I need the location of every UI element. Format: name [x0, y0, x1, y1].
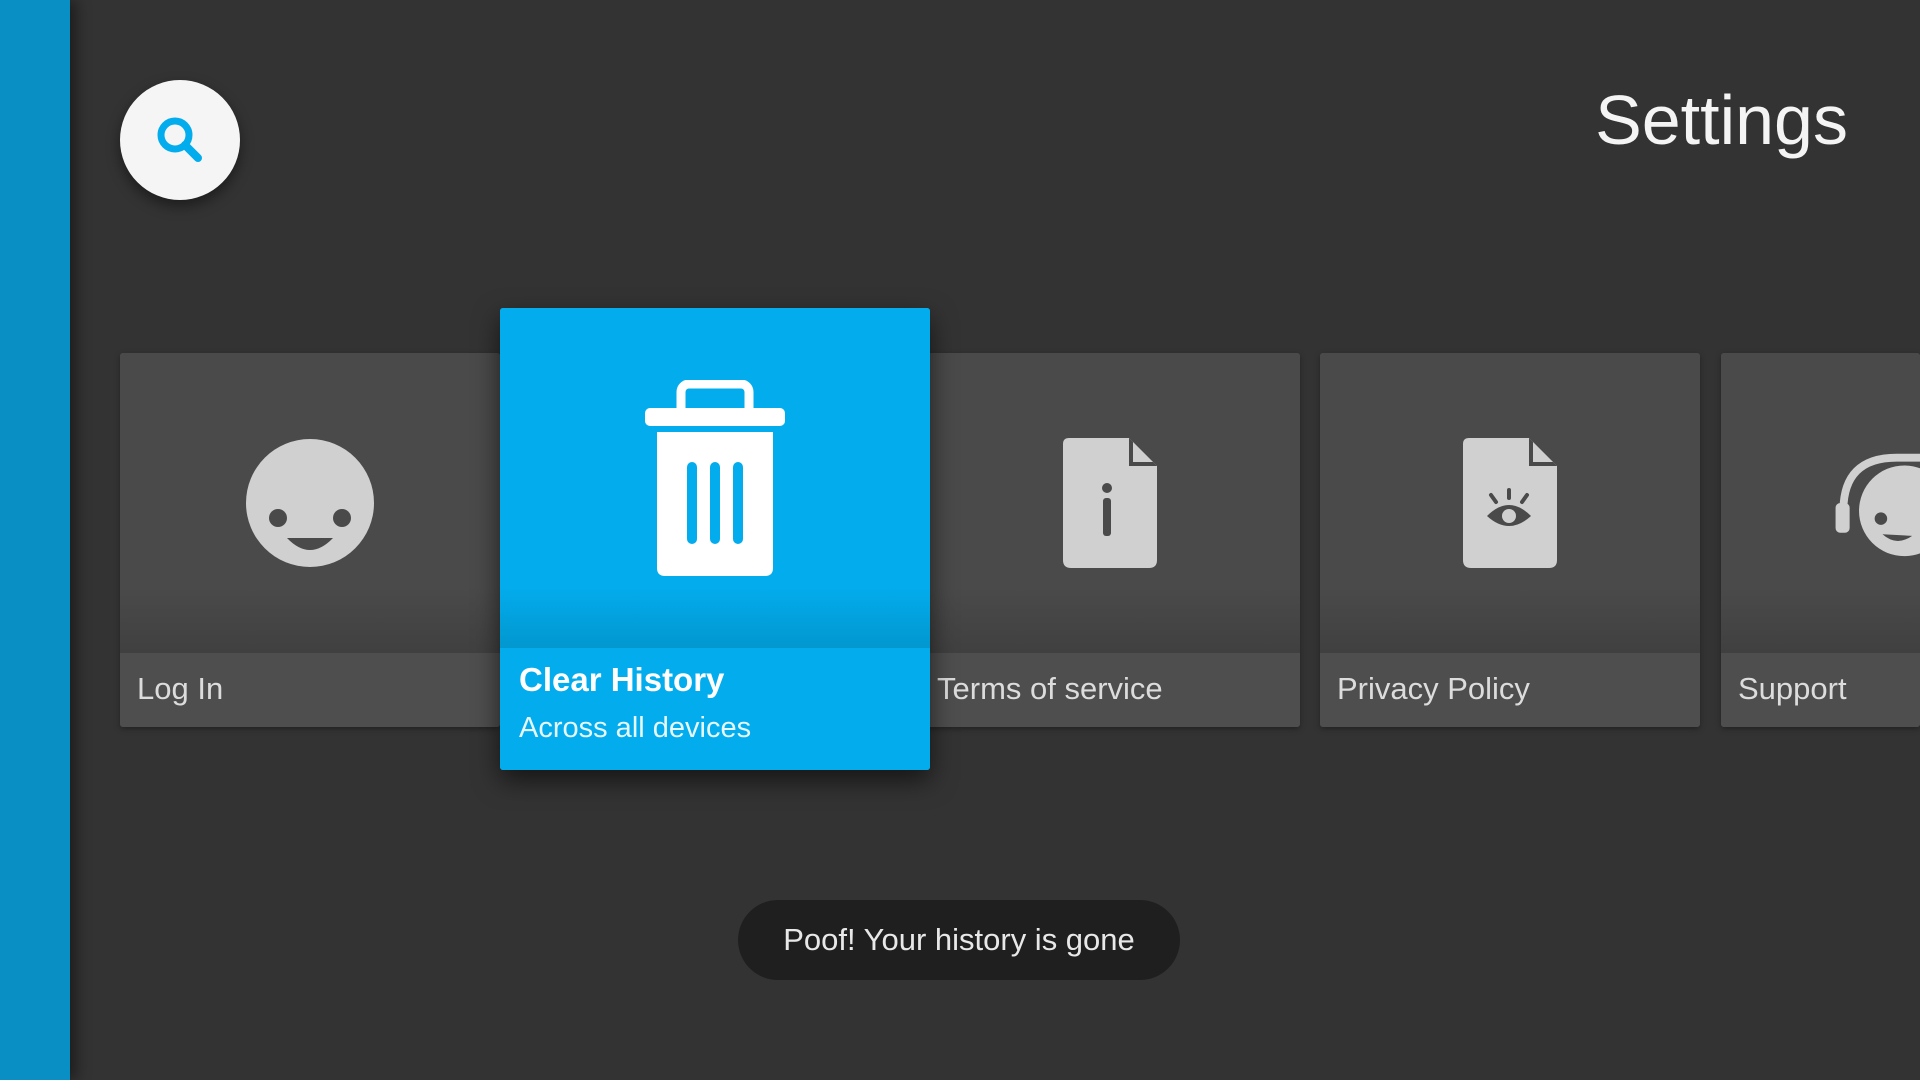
search-icon [157, 117, 202, 162]
smiley-face-icon [246, 439, 374, 567]
side-rail [0, 0, 70, 1080]
card-art [1320, 353, 1700, 653]
page-title: Settings [1595, 81, 1848, 159]
card-terms-of-service[interactable]: Terms of service [920, 353, 1300, 727]
card-art [1721, 353, 1920, 653]
card-label: Privacy Policy [1337, 671, 1530, 706]
search-button[interactable] [120, 80, 240, 200]
card-footer: Support [1721, 653, 1920, 727]
eye-document-icon [1463, 438, 1557, 568]
card-label: Terms of service [937, 671, 1163, 706]
card-footer: Privacy Policy [1320, 653, 1700, 727]
card-art [920, 353, 1300, 653]
headset-icon [1835, 453, 1920, 557]
card-art [500, 308, 930, 648]
card-label: Support [1738, 671, 1847, 706]
card-clear-history[interactable]: Clear History Across all devices [500, 308, 930, 770]
toast-message: Poof! Your history is gone [738, 900, 1180, 980]
trash-icon [645, 380, 785, 576]
settings-screen: Settings Log In Terms of service Privacy… [0, 0, 1920, 1080]
info-document-icon [1063, 438, 1157, 568]
card-footer: Clear History Across all devices [500, 648, 930, 770]
card-art [120, 353, 500, 653]
card-label: Log In [137, 671, 224, 706]
card-privacy-policy[interactable]: Privacy Policy [1320, 353, 1700, 727]
card-log-in[interactable]: Log In [120, 353, 500, 727]
card-sublabel: Across all devices [519, 712, 752, 744]
card-footer: Log In [120, 653, 500, 727]
card-support[interactable]: Support [1721, 353, 1920, 727]
card-footer: Terms of service [920, 653, 1300, 727]
card-label: Clear History [519, 661, 725, 698]
